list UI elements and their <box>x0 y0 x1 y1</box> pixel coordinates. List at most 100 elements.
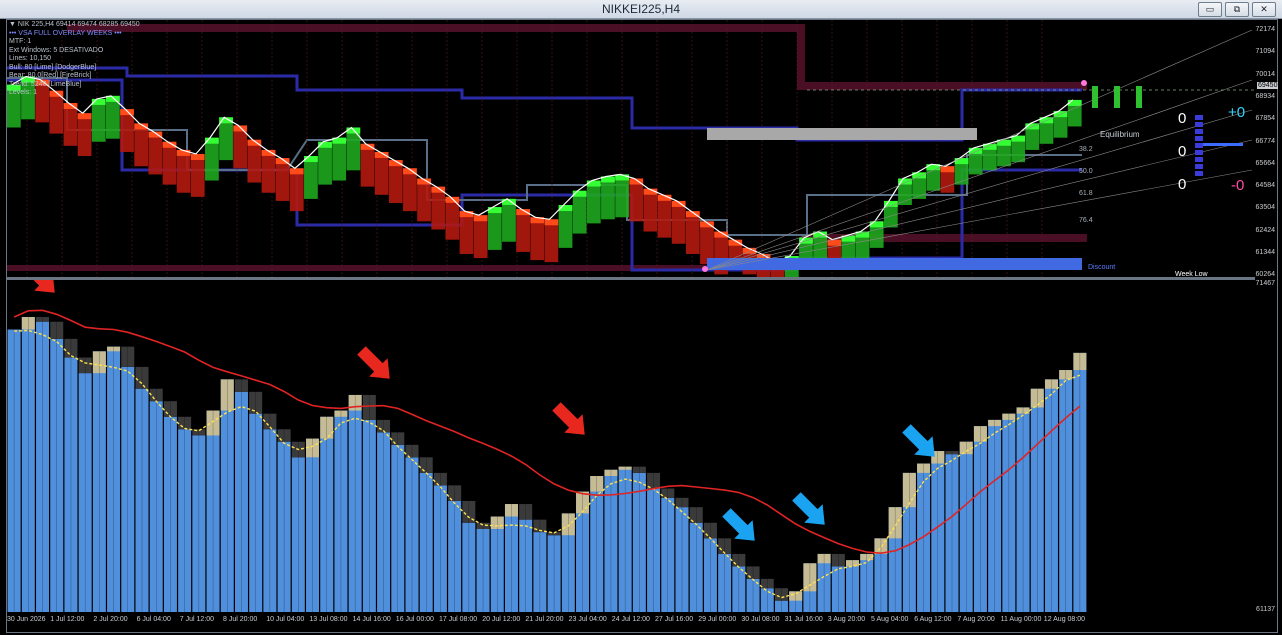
cloud-bar <box>318 141 332 185</box>
candle-body <box>445 196 460 203</box>
info-line: MTF: 1 <box>9 38 32 45</box>
price-chart <box>7 20 1255 277</box>
candle-body <box>233 125 248 132</box>
candle-body <box>289 168 304 175</box>
time-axis-label: 16 Jul 00:00 <box>395 616 434 623</box>
price-axis-label: 71094 <box>1255 48 1275 56</box>
counter-minus: -0 <box>1231 177 1245 194</box>
cloud-bar <box>685 211 700 254</box>
time-axis-label: 5 Aug 04:00 <box>871 616 909 623</box>
fib-50-label: 50.0 <box>1079 168 1093 175</box>
ladder-step <box>1195 171 1203 176</box>
price-pane[interactable] <box>7 20 1255 277</box>
close-button[interactable]: ✕ <box>1252 2 1276 17</box>
ladder-step <box>1195 157 1203 162</box>
cloud-bar <box>360 143 375 187</box>
time-axis-label: 14 Jul 16:00 <box>352 616 391 623</box>
time-axis-label: 3 Aug 20:00 <box>827 616 866 623</box>
signal-bar <box>1136 86 1142 108</box>
equilibrium-zone <box>707 128 977 140</box>
cloud-bar <box>657 194 672 238</box>
window-titlebar: NIKKEI225,H4 ▭ ⧉ ✕ <box>0 0 1282 19</box>
price-axis-label: 63504 <box>1255 204 1275 212</box>
price-axis-label: 61344 <box>1255 249 1275 256</box>
candle-body <box>869 221 884 228</box>
indicator-axis: 71467 61137 <box>1255 280 1276 613</box>
cloud-bar <box>176 149 191 193</box>
price-axis-label: 70014 <box>1255 70 1275 78</box>
equilibrium-label: Equilibrium <box>1100 130 1140 139</box>
cloud-bar <box>417 178 431 222</box>
cloud-bar <box>700 221 714 265</box>
weekly-band <box>67 24 797 32</box>
info-line: Levels: 1 <box>9 89 38 96</box>
price-axis-label: 64584 <box>1255 182 1275 190</box>
info-line: Bear: 80,0[Red] [FireBrick] <box>9 72 92 79</box>
time-axis-label: 23 Jul 04:00 <box>568 616 607 623</box>
cloud-bar <box>91 98 106 142</box>
cloud-bar <box>615 174 629 218</box>
cloud-bar <box>247 139 262 183</box>
cloud-bar <box>261 149 276 193</box>
cloud-bar <box>586 180 601 224</box>
minimize-button[interactable]: ▭ <box>1198 2 1222 17</box>
time-axis: 30 Jun 2026 1 Jul 12:00 2 Jul 20:00 6 Jul 0… <box>7 612 1255 630</box>
blue-arrow-shape <box>792 492 825 525</box>
discount-label: Discount <box>1088 264 1116 271</box>
indicator-pane[interactable] <box>7 280 1255 612</box>
ladder-step <box>1195 136 1203 141</box>
ladder-step <box>1195 164 1203 169</box>
candle-body <box>586 180 601 187</box>
cloud-bar <box>162 141 177 185</box>
cloud-bar <box>544 219 559 263</box>
cloud-bar <box>275 158 290 201</box>
cloud-bar <box>346 127 361 171</box>
cloud-bar <box>148 131 163 175</box>
time-axis-label: 13 Jul 08:00 <box>309 616 348 623</box>
time-axis-label: 20 Jul 12:00 <box>482 616 521 623</box>
cloud-bar <box>558 205 573 248</box>
restore-button[interactable]: ⧉ <box>1225 2 1249 17</box>
cloud-bar <box>516 209 530 252</box>
cloud-bar <box>601 176 615 220</box>
time-axis-label: 2 Jul 20:00 <box>93 616 128 623</box>
time-axis-label: 31 Jul 16:00 <box>784 616 823 623</box>
cloud-bar <box>487 207 502 250</box>
candle-body <box>77 113 92 120</box>
cloud-bar <box>643 188 658 232</box>
cloud-bar <box>629 178 644 222</box>
window-title: NIKKEI225,H4 <box>601 2 681 16</box>
indicator-axis-max: 71467 <box>1255 280 1275 287</box>
fib-fan-line <box>706 169 1253 271</box>
blue-arrow <box>792 492 825 525</box>
info-line: Ext Windows: 5 DESATIVADO <box>9 46 104 54</box>
histogram-chart <box>7 280 1087 612</box>
counter-zero-bottom: 0 <box>1178 176 1187 193</box>
price-axis-label: 67854 <box>1255 115 1275 123</box>
last-price-marker <box>1081 80 1087 86</box>
ladder-step <box>1195 122 1203 127</box>
time-axis-label: 8 Jul 20:00 <box>223 616 258 623</box>
info-line: ••• VSA FULL OVERLAY WEEKS ••• <box>9 29 122 37</box>
time-axis-label: 21 Jul 20:00 <box>525 616 564 623</box>
price-axis-label: 65664 <box>1255 159 1275 167</box>
price-axis-label: 68934 <box>1255 92 1275 100</box>
cloud-bar <box>388 160 403 203</box>
ladder-pointer <box>1203 143 1243 146</box>
time-axis-label: 6 Jul 04:00 <box>136 616 171 623</box>
red-arrow-shape <box>357 346 390 379</box>
candle-body <box>940 166 955 173</box>
cloud-bar <box>530 217 545 261</box>
time-axis-label: 6 Aug 12:00 <box>914 616 952 623</box>
cloud-bar <box>671 200 686 244</box>
time-axis-label: 10 Jul 04:00 <box>266 616 305 623</box>
cloud-bar <box>431 186 446 230</box>
signal-bar <box>1092 86 1098 108</box>
low-marker <box>702 266 708 272</box>
time-axis-label: 27 Jul 16:00 <box>655 616 694 623</box>
cloud-bar <box>502 198 516 242</box>
signal-bar <box>1114 86 1120 108</box>
info-line: ▼ NIK 225,H4 69414 69474 68285 69450 <box>9 21 140 28</box>
indicator-info: ▼ NIK 225,H4 69414 69474 68285 69450 •••… <box>9 21 140 98</box>
time-axis-label: 12 Aug 08:00 <box>1043 616 1086 623</box>
